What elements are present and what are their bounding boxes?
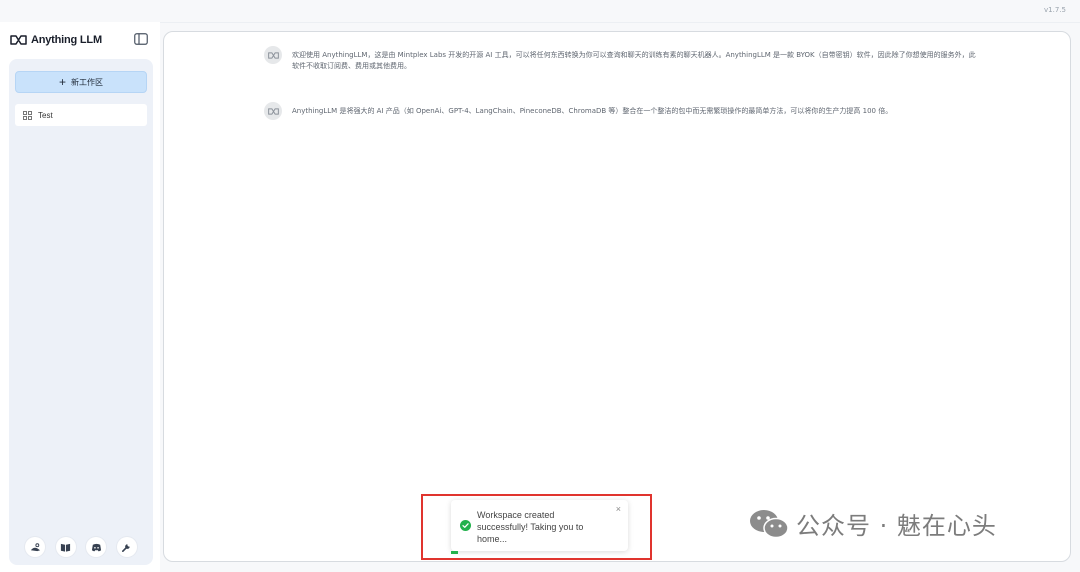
assistant-avatar [264,102,282,120]
top-divider [0,22,1080,23]
discord-button[interactable] [86,537,107,557]
community-hub-icon [30,542,40,551]
anythingllm-logo-icon [10,35,27,45]
toast-progress-bar [451,551,628,554]
docs-button[interactable] [55,537,76,557]
toast-notification[interactable]: Workspace created successfully! Taking y… [451,500,628,554]
grid-icon [23,110,32,120]
plus-icon: + [58,75,66,89]
toast-close-button[interactable]: × [616,504,621,514]
watermark: 公众号 · 魅在心头 [748,506,997,541]
sidebar-toggle-icon[interactable] [134,33,148,45]
success-check-icon [460,520,471,531]
version-label: v1.7.5 [1044,6,1066,14]
workspace-name: Test [38,110,53,120]
sidebar-footer [25,537,137,557]
watermark-text: 公众号 · 魅在心头 [796,512,997,540]
discord-icon [91,543,101,551]
chat-message: AnythingLLM 是将强大的 AI 产品（如 OpenAi、GPT-4、L… [264,102,982,120]
settings-wrench-icon [122,543,131,552]
toast-message: Workspace created successfully! Taking y… [477,510,584,544]
app-window: v1.7.5 Anything LLM + 新工作区 Test 欢迎使用 Any… [0,0,1080,572]
sidebar-item-workspace[interactable]: Test [15,104,147,126]
chat-message: 欢迎使用 AnythingLLM，这是由 Mintplex Labs 开发的开源… [264,46,982,72]
sidebar: Anything LLM + 新工作区 Test [0,22,160,572]
community-hub-button[interactable] [25,537,45,557]
docs-book-icon [61,543,71,552]
brand[interactable]: Anything LLM [10,33,102,47]
toast-progress-fill [451,551,459,554]
message-text: 欢迎使用 AnythingLLM，这是由 Mintplex Labs 开发的开源… [292,51,976,70]
assistant-avatar [264,46,282,64]
settings-button[interactable] [116,537,137,557]
brand-name: Anything LLM [31,34,102,46]
message-text: AnythingLLM 是将强大的 AI 产品（如 OpenAi、GPT-4、L… [292,107,893,115]
chat-container: 欢迎使用 AnythingLLM，这是由 Mintplex Labs 开发的开源… [163,31,1071,562]
wechat-logo-icon [750,509,789,538]
anythingllm-avatar-icon [267,107,279,115]
new-workspace-label: 新工作区 [71,77,103,87]
anythingllm-avatar-icon [267,51,279,59]
workspace-panel: + 新工作区 Test [9,59,153,565]
new-workspace-button[interactable]: + 新工作区 [15,71,147,93]
